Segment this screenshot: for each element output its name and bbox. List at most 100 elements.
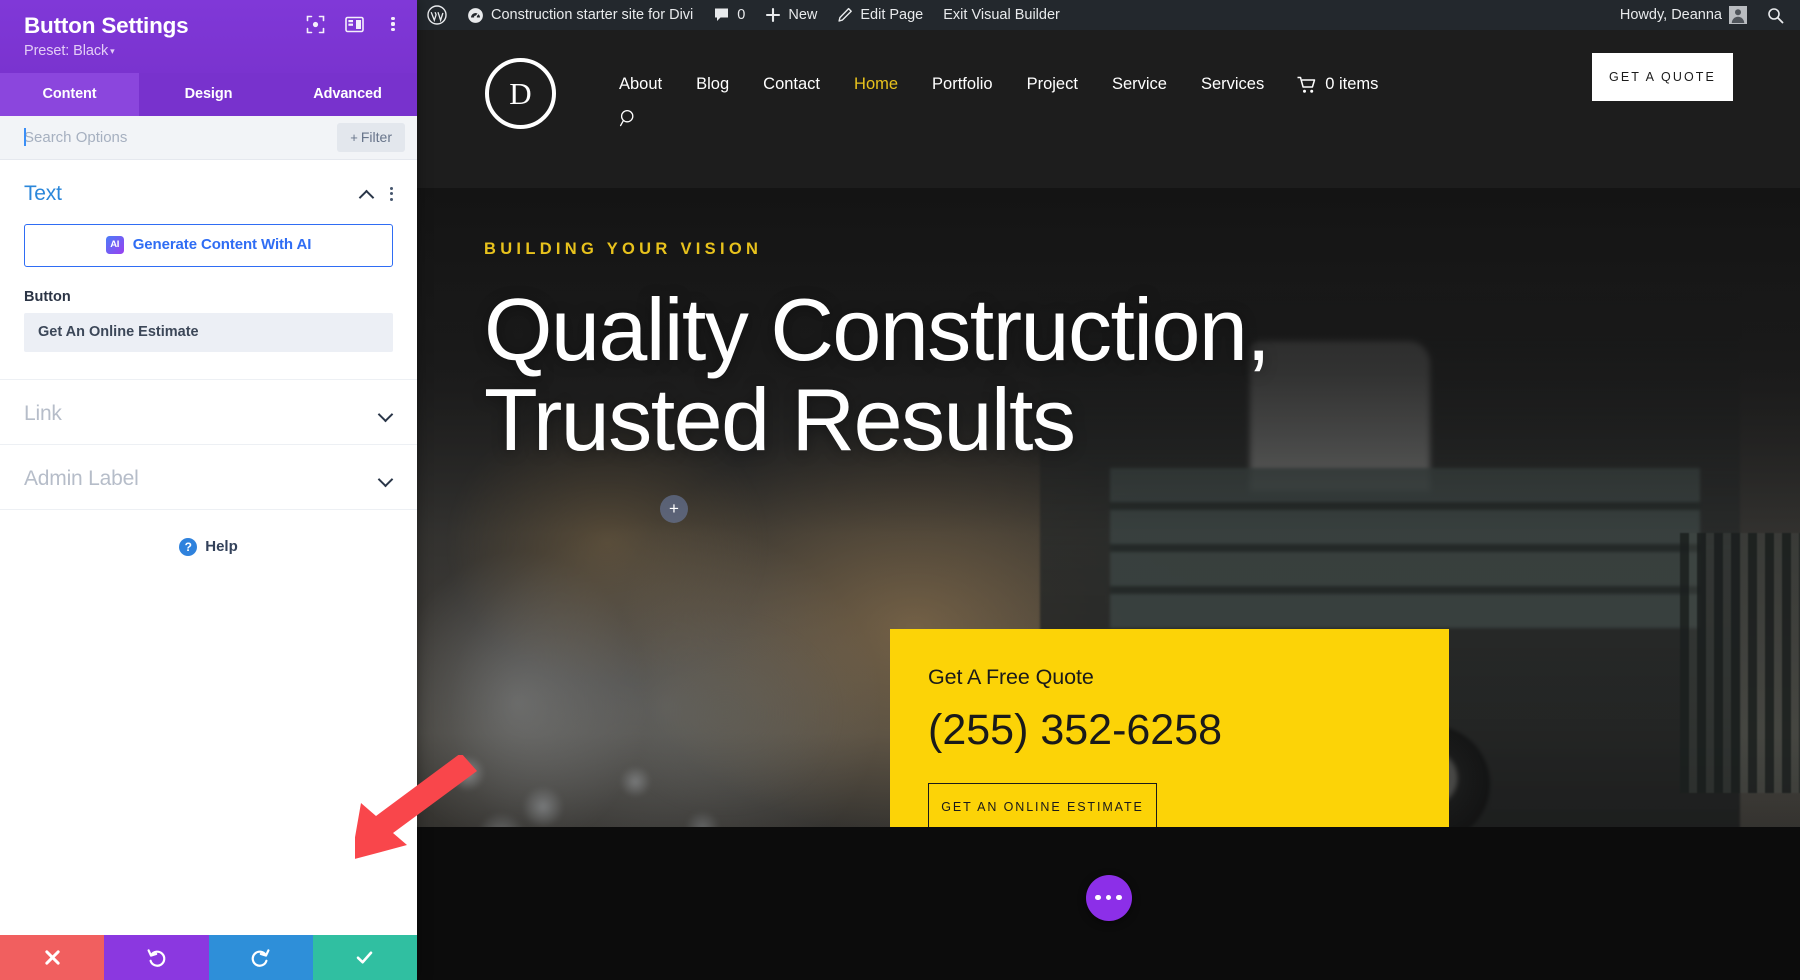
section-link: Link [0, 380, 417, 445]
settings-panel-footer [0, 935, 417, 980]
search-options-row: +Filter [0, 115, 417, 160]
site-name-label: Construction starter site for Divi [491, 7, 694, 23]
section-link-header[interactable]: Link [24, 380, 393, 444]
comment-bubble-icon [715, 8, 729, 21]
chevron-down-icon[interactable] [379, 474, 393, 483]
dot-3 [1116, 894, 1122, 901]
dot-2 [1105, 894, 1112, 901]
hero-title: Quality Construction, Trusted Results [484, 280, 1271, 469]
section-admin-label-header[interactable]: Admin Label [24, 445, 393, 509]
layout-panel-icon[interactable] [344, 14, 364, 34]
nav-item-project[interactable]: Project [1010, 75, 1095, 94]
site-header: D About Blog Contact Home Portfolio Proj… [417, 30, 1800, 188]
cart-link[interactable]: 0 items [1281, 75, 1378, 94]
user-avatar-icon [1729, 6, 1747, 24]
nav-item-home[interactable]: Home [837, 75, 915, 94]
section-admin-label: Admin Label [0, 445, 417, 510]
section-text-title: Text [24, 181, 62, 205]
check-icon [357, 951, 373, 964]
cancel-button[interactable] [0, 935, 105, 980]
screen-root: Construction starter site for Divi 0 New… [0, 0, 1800, 980]
pencil-icon [838, 7, 853, 22]
exit-visual-builder-link[interactable]: Exit Visual Builder [933, 0, 1070, 30]
admin-bar-search-button[interactable] [1757, 0, 1794, 30]
section-text-header[interactable]: Text [24, 160, 393, 224]
filter-button[interactable]: + Filter [337, 122, 405, 152]
new-content-menu[interactable]: New [755, 0, 827, 30]
builder-bottom-strip [417, 827, 1800, 980]
howdy-label: Howdy, Deanna [1619, 7, 1722, 23]
section-link-title: Link [24, 401, 62, 425]
edit-page-label: Edit Page [860, 7, 924, 23]
nav-item-services[interactable]: Services [1184, 75, 1281, 94]
filter-label: Filter [360, 128, 392, 145]
wordpress-icon [427, 5, 447, 25]
preset-label: Preset: Black [24, 42, 109, 59]
generate-ai-label: Generate Content With AI [132, 236, 312, 254]
button-settings-panel: Button Settings Preset: Black ▾ Content … [0, 0, 417, 980]
preset-selector[interactable]: Preset: Black ▾ [24, 43, 399, 59]
kebab-menu-icon[interactable] [383, 14, 403, 34]
close-icon [44, 950, 60, 965]
dashboard-icon [468, 7, 483, 23]
button-text-input[interactable]: Get An Online Estimate [24, 312, 393, 352]
tab-content[interactable]: Content [0, 72, 139, 116]
comments-count: 0 [737, 7, 746, 23]
search-input[interactable] [24, 124, 338, 150]
chevron-down-icon[interactable] [379, 409, 393, 418]
site-name-menu[interactable]: Construction starter site for Divi [457, 0, 703, 30]
avatar [1729, 6, 1747, 24]
search-icon [619, 109, 634, 127]
layout-panel-glyph [344, 16, 364, 32]
section-text: Text AI Generate Content With AI Button … [0, 160, 417, 380]
search-icon [1768, 7, 1784, 23]
undo-icon [147, 949, 166, 967]
tab-design[interactable]: Design [139, 73, 278, 116]
get-an-online-estimate-button[interactable]: GET AN ONLINE ESTIMATE [928, 783, 1157, 831]
edit-page-link[interactable]: Edit Page [827, 0, 933, 30]
redo-icon [251, 949, 270, 967]
section-link-icons [379, 409, 393, 418]
new-label: New [788, 7, 818, 23]
hero-eyebrow: BUILDING YOUR VISION [484, 240, 763, 258]
kebab-dots [391, 16, 395, 32]
nav-item-contact[interactable]: Contact [746, 75, 837, 94]
free-quote-card: Get A Free Quote (255) 352-6258 GET AN O… [890, 629, 1449, 853]
builder-menu-fab[interactable] [1085, 874, 1132, 921]
section-kebab-menu-icon[interactable] [389, 186, 393, 202]
exit-visual-builder-label: Exit Visual Builder [943, 7, 1060, 23]
nav-item-blog[interactable]: Blog [679, 75, 746, 94]
site-logo[interactable]: D [485, 58, 556, 129]
add-module-button[interactable]: + [660, 495, 688, 523]
quote-card-title: Get A Free Quote [928, 665, 1094, 689]
nav-item-service[interactable]: Service [1095, 75, 1184, 94]
site-search-button[interactable] [619, 108, 639, 133]
nav-item-about[interactable]: About [602, 75, 679, 94]
section-admin-label-icons [379, 474, 393, 483]
shopping-cart-icon [1297, 76, 1316, 93]
wordpress-logo-menu[interactable] [417, 0, 457, 30]
redo-button[interactable] [208, 935, 313, 980]
chevron-up-icon[interactable] [360, 189, 374, 198]
get-a-quote-button[interactable]: GET A QUOTE [1592, 53, 1733, 101]
settings-tabs: Content Design Advanced [0, 72, 417, 116]
comments-menu[interactable]: 0 [703, 0, 755, 30]
dot-1 [1095, 894, 1101, 901]
help-button[interactable]: ? Help [0, 510, 417, 556]
admin-bar-right: Howdy, Deanna [1610, 0, 1800, 30]
chevron-down-icon: ▾ [110, 45, 115, 56]
settings-panel-header: Button Settings Preset: Black ▾ [0, 0, 417, 73]
nav-item-portfolio[interactable]: Portfolio [915, 75, 1010, 94]
tab-advanced[interactable]: Advanced [278, 73, 417, 116]
hero-section: BUILDING YOUR VISION Quality Constructio… [417, 188, 1800, 853]
primary-navigation: About Blog Contact Home Portfolio Projec… [602, 75, 1378, 94]
text-cursor [24, 127, 26, 146]
undo-button[interactable] [104, 935, 209, 980]
help-label: Help [205, 538, 238, 556]
generate-content-with-ai-button[interactable]: AI Generate Content With AI [24, 223, 393, 267]
settings-header-icons [305, 14, 403, 34]
my-account-menu[interactable]: Howdy, Deanna [1610, 0, 1757, 30]
save-button[interactable] [312, 935, 417, 980]
settings-panel-body: Text AI Generate Content With AI Button … [0, 159, 417, 980]
focus-target-icon[interactable] [305, 14, 325, 34]
